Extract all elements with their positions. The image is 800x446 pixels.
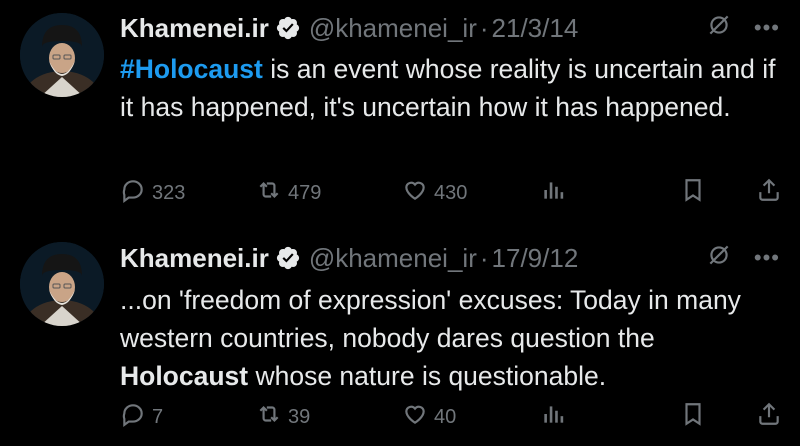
- repost-icon: [256, 401, 282, 433]
- share-icon: [756, 177, 782, 209]
- tweet-text-content: whose nature is questionable.: [248, 361, 607, 391]
- bookmark-button[interactable]: [680, 178, 706, 208]
- tweet-date[interactable]: 17/9/12: [492, 243, 579, 274]
- grok-icon[interactable]: [706, 242, 732, 275]
- views-icon: [540, 177, 566, 209]
- like-icon: [402, 177, 428, 209]
- tweet-header: Khamenei.ir @khamenei_ir · 17/9/12 •••: [120, 240, 780, 276]
- tweet[interactable]: Khamenei.ir @khamenei_ir · 21/3/14 ••• #…: [0, 0, 800, 222]
- tweet-text: #Holocaust is an event whose reality is …: [120, 50, 780, 126]
- share-icon: [756, 401, 782, 433]
- tweet[interactable]: Khamenei.ir @khamenei_ir · 17/9/12 ••• .…: [0, 222, 800, 446]
- author-name[interactable]: Khamenei.ir: [120, 13, 269, 44]
- more-icon[interactable]: •••: [754, 245, 780, 271]
- bookmark-button[interactable]: [680, 402, 706, 432]
- verified-badge-icon: [275, 15, 301, 41]
- more-icon[interactable]: •••: [754, 15, 780, 41]
- tweet-date[interactable]: 21/3/14: [492, 13, 579, 44]
- separator-dot: ·: [479, 12, 489, 43]
- reply-icon: [120, 401, 146, 433]
- bold-keyword: Holocaust: [120, 361, 249, 391]
- separator-dot: ·: [479, 242, 489, 273]
- reply-count: 7: [152, 405, 164, 428]
- reply-button[interactable]: 323: [120, 178, 185, 208]
- avatar[interactable]: [20, 242, 104, 326]
- bookmark-icon: [680, 401, 706, 433]
- reply-button[interactable]: 7: [120, 402, 163, 432]
- hashtag-link[interactable]: #Holocaust: [120, 54, 263, 84]
- repost-button[interactable]: 479: [256, 178, 321, 208]
- like-button[interactable]: 430: [402, 178, 467, 208]
- author-handle[interactable]: @khamenei_ir: [309, 243, 477, 274]
- tweet-text-content: ...on 'freedom of expression' excuses: T…: [120, 285, 741, 353]
- repost-button[interactable]: 39: [256, 402, 310, 432]
- like-count: 430: [434, 181, 468, 204]
- like-icon: [402, 401, 428, 433]
- grok-icon[interactable]: [706, 12, 732, 45]
- repost-count: 39: [288, 405, 311, 428]
- tweet-actions: 7 39 40: [120, 402, 780, 432]
- repost-count: 479: [288, 181, 322, 204]
- tweet-actions: 323 479 430: [120, 178, 780, 208]
- views-button[interactable]: [540, 178, 566, 208]
- author-name[interactable]: Khamenei.ir: [120, 243, 269, 274]
- tweet-text: ...on 'freedom of expression' excuses: T…: [120, 281, 780, 395]
- author-handle[interactable]: @khamenei_ir: [309, 13, 477, 44]
- verified-badge-icon: [275, 245, 301, 271]
- avatar[interactable]: [20, 13, 104, 97]
- share-button[interactable]: [756, 178, 782, 208]
- share-button[interactable]: [756, 402, 782, 432]
- bookmark-icon: [680, 177, 706, 209]
- tweet-header: Khamenei.ir @khamenei_ir · 21/3/14 •••: [120, 10, 780, 46]
- reply-icon: [120, 177, 146, 209]
- repost-icon: [256, 177, 282, 209]
- like-button[interactable]: 40: [402, 402, 456, 432]
- views-icon: [540, 401, 566, 433]
- reply-count: 323: [152, 181, 186, 204]
- views-button[interactable]: [540, 402, 566, 432]
- like-count: 40: [434, 405, 457, 428]
